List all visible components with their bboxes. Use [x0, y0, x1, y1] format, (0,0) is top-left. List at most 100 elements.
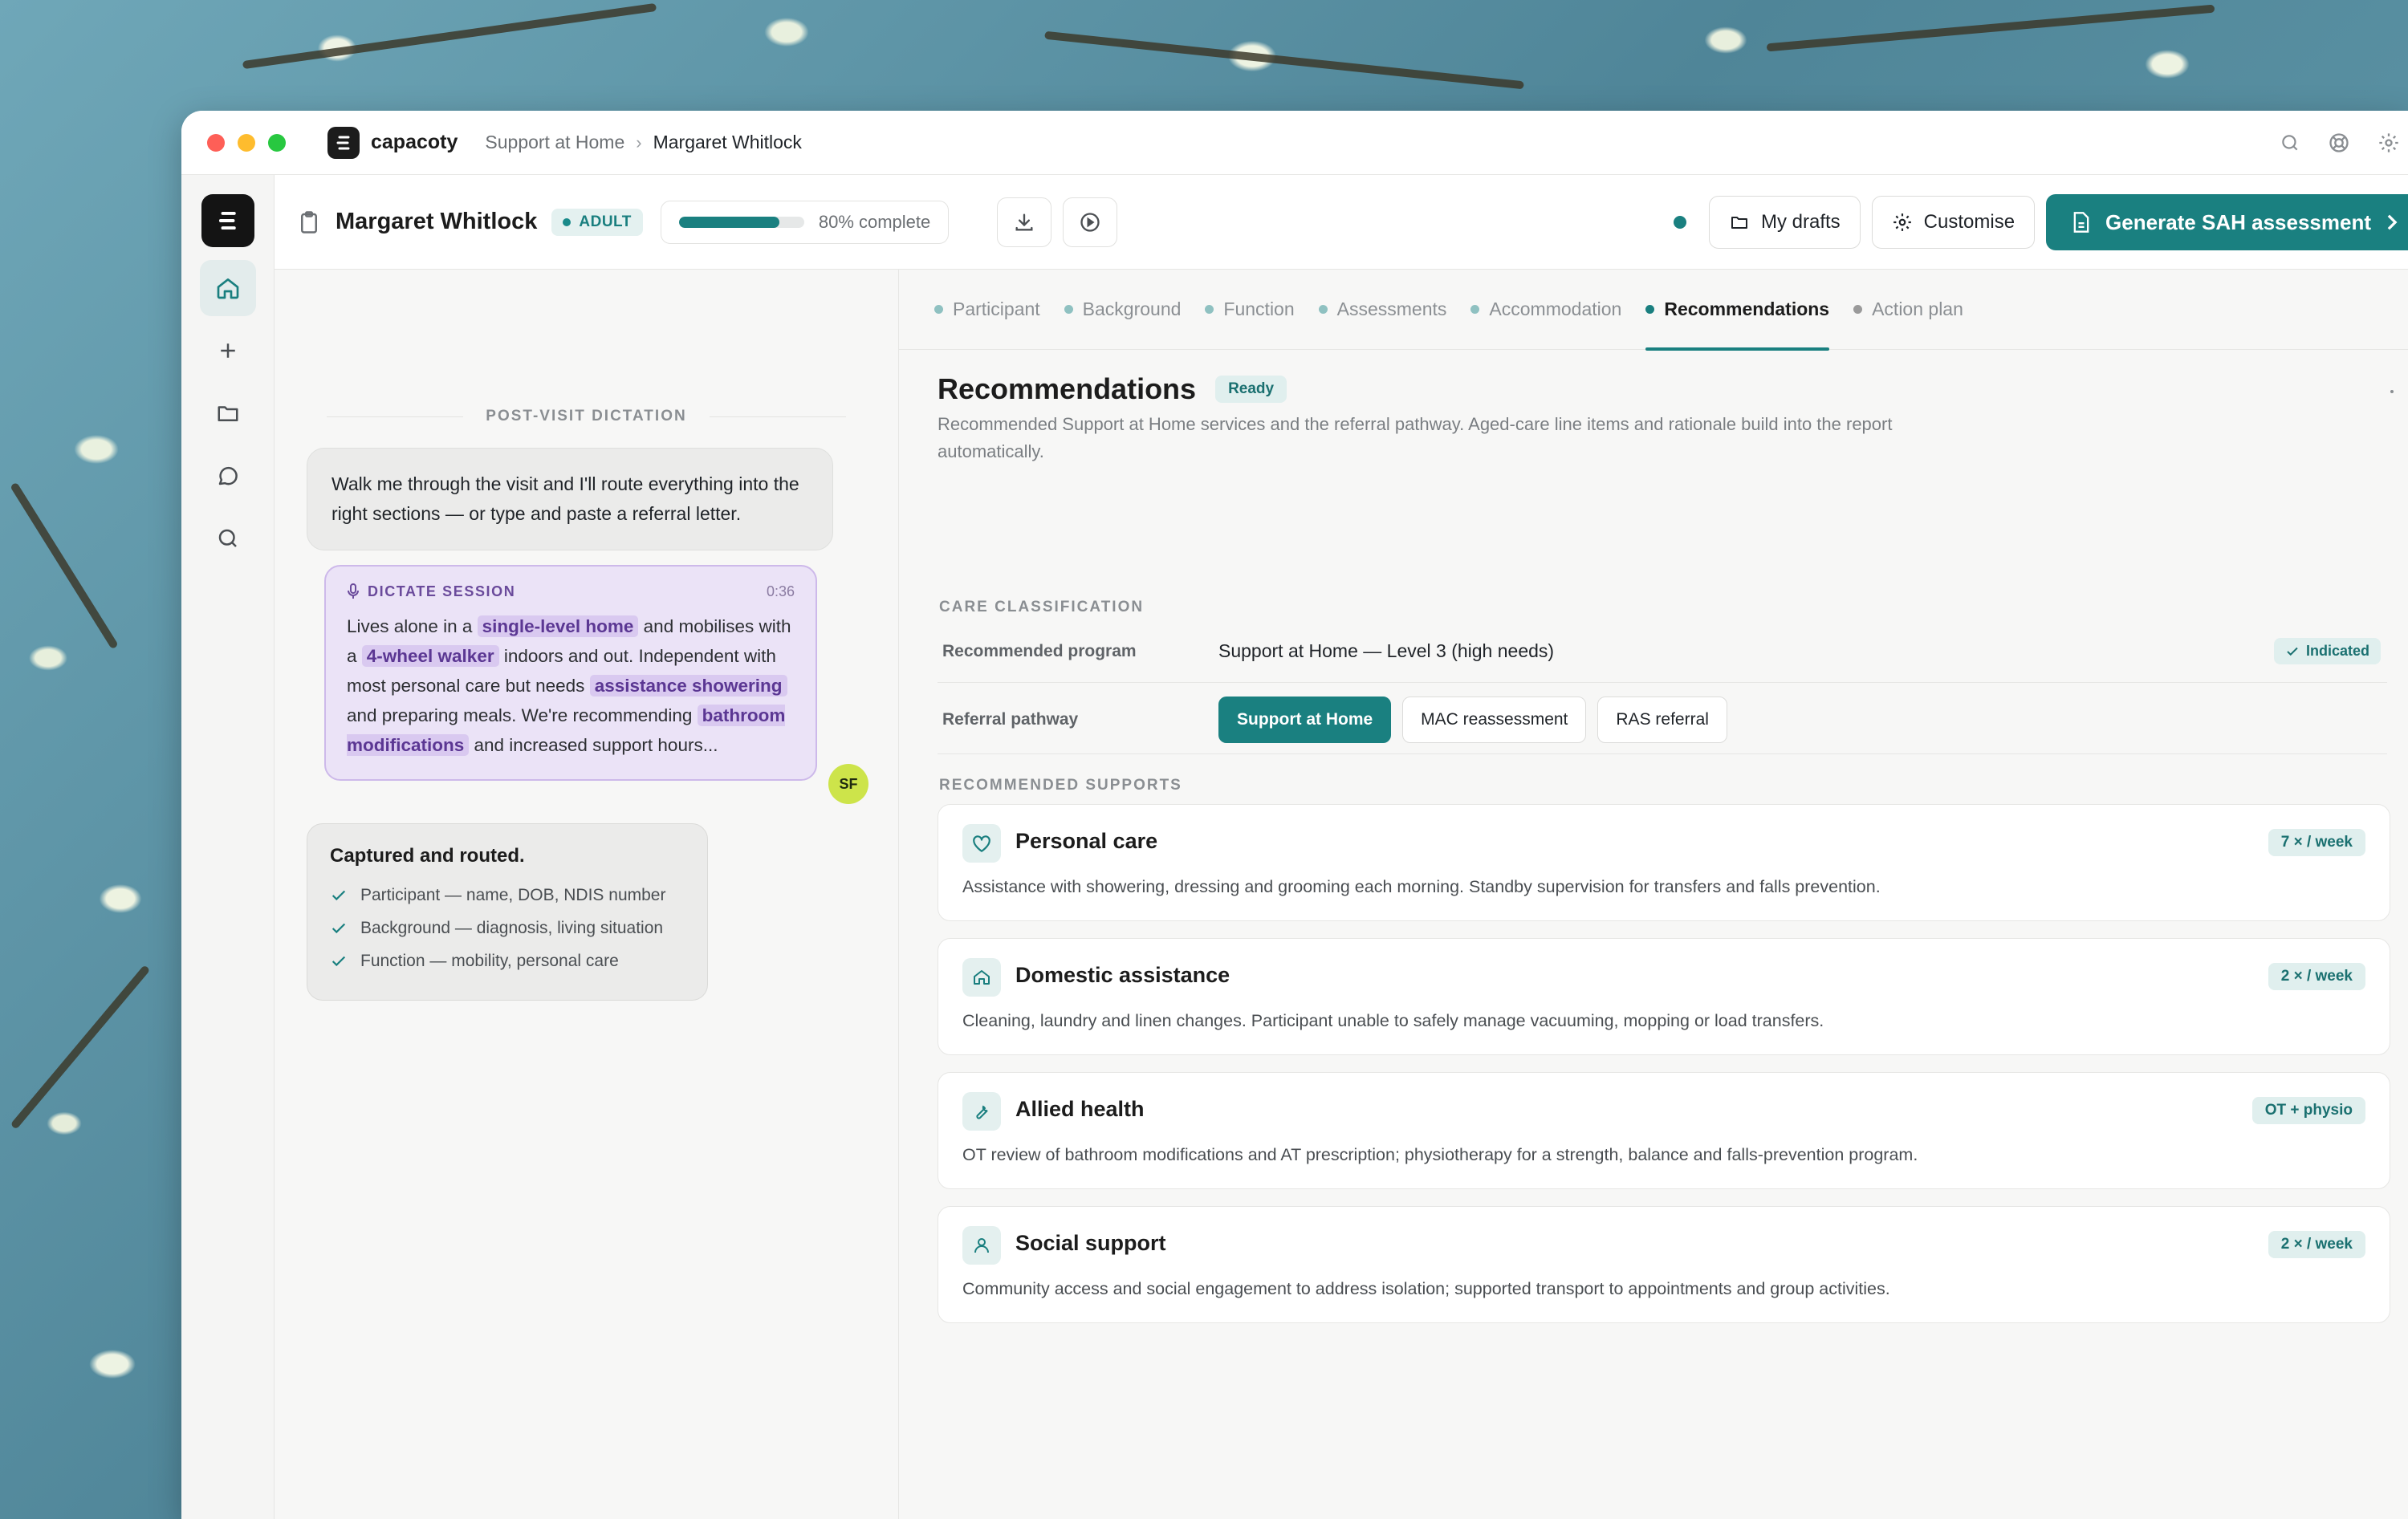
progress-label: 80% complete	[818, 211, 931, 232]
document-icon	[2073, 212, 2089, 233]
support-title: Personal care	[1015, 829, 1158, 853]
settings-gear-icon[interactable]	[2377, 132, 2400, 154]
download-button[interactable]	[997, 197, 1052, 247]
tab-recommendations[interactable]: Recommendations	[1645, 270, 1829, 351]
pathway-option-ras-referral[interactable]: RAS referral	[1597, 696, 1727, 743]
tab-accommodation[interactable]: Accommodation	[1470, 270, 1621, 350]
customise-button[interactable]: Customise	[1871, 196, 2036, 249]
tab-assessments[interactable]: Assessments	[1318, 270, 1447, 350]
check-icon	[2287, 647, 2298, 656]
tab-label: Assessments	[1336, 299, 1447, 319]
transcript-highlight[interactable]: 4-wheel walker	[361, 645, 499, 667]
transcript-highlight[interactable]: single-level home	[477, 615, 639, 637]
program-value: Support at Home — Level 3 (high needs)	[1218, 640, 1555, 661]
captured-item-label: Function — mobility, personal care	[360, 951, 619, 970]
indicated-badge: Indicated	[2273, 638, 2381, 664]
tab-label: Participant	[953, 299, 1040, 319]
frequency-badge: 7 × / week	[2268, 829, 2365, 856]
avatar[interactable]: SF	[828, 764, 868, 804]
recommended-supports-label: RECOMMENDED SUPPORTS	[939, 777, 1182, 794]
status-badge: Ready	[1215, 376, 1287, 403]
participant-name: Margaret Whitlock	[336, 209, 538, 234]
support-description: OT review of bathroom modifications and …	[962, 1145, 1918, 1164]
check-icon	[330, 887, 348, 904]
chat-icon[interactable]	[200, 448, 256, 504]
sync-status-dot	[1673, 216, 1686, 229]
minimize-window-button[interactable]	[238, 133, 255, 152]
generate-label: Generate SAH assessment	[2105, 209, 2371, 234]
app-logo-icon	[327, 126, 360, 159]
captured-item-label: Participant — name, DOB, NDIS number	[360, 885, 666, 904]
play-button[interactable]	[1063, 197, 1118, 247]
my-drafts-button[interactable]: My drafts	[1708, 196, 1861, 249]
tab-label: Function	[1223, 299, 1295, 319]
tab-label: Action plan	[1872, 299, 1963, 319]
tab-participant[interactable]: Participant	[934, 270, 1040, 350]
support-card-personal-care[interactable]: Personal care 7 × / week Assistance with…	[938, 804, 2390, 921]
support-card-allied-health[interactable]: Allied health OT + physio OT review of b…	[938, 1072, 2390, 1189]
transcript-segment: and increased support hours...	[469, 735, 718, 755]
assistant-prompt-bubble: Walk me through the visit and I'll route…	[307, 448, 833, 550]
program-label: Recommended program	[942, 641, 1137, 660]
section-description: Recommended Support at Home services and…	[938, 414, 1893, 461]
folder-icon[interactable]	[200, 385, 256, 441]
pathway-label: Referral pathway	[942, 709, 1079, 729]
pathway-option-mac-reassessment[interactable]: MAC reassessment	[1402, 696, 1587, 743]
support-description: Cleaning, laundry and linen changes. Par…	[962, 1011, 1824, 1030]
check-icon	[330, 920, 348, 937]
scroll-indicator	[2390, 390, 2394, 393]
gear-icon	[1893, 213, 1911, 231]
support-card-social-support[interactable]: Social support 2 × / week Community acce…	[938, 1206, 2390, 1323]
transcript-text: Lives alone in a single-level home and m…	[347, 611, 795, 760]
breadcrumb-parent[interactable]: Support at Home	[485, 132, 624, 153]
add-icon[interactable]	[200, 323, 256, 379]
indicated-label: Indicated	[2305, 643, 2369, 659]
participant-header: Margaret Whitlock ADULT 80% complete My …	[275, 175, 2408, 270]
dictate-session-title: DICTATE SESSION	[347, 583, 515, 600]
progress-fill	[678, 216, 779, 228]
support-title: Allied health	[1015, 1097, 1145, 1121]
heart-icon	[962, 824, 1001, 863]
wrench-icon	[962, 1092, 1001, 1131]
app-name: capacoty	[371, 131, 458, 153]
support-card-domestic-assistance[interactable]: Domestic assistance 2 × / week Cleaning,…	[938, 938, 2390, 1055]
transcript-segment: Lives alone in a	[347, 616, 478, 636]
check-icon	[330, 952, 348, 970]
tab-background[interactable]: Background	[1064, 270, 1181, 350]
home-icon[interactable]	[199, 260, 256, 316]
rail-logo-icon[interactable]	[201, 194, 254, 247]
recommended-program-row: Recommended program Support at Home — Le…	[938, 620, 2387, 683]
tab-function[interactable]: Function	[1205, 270, 1295, 350]
app-window: capacoty Support at Home › Margaret Whit…	[181, 111, 2408, 1519]
clipboard-icon	[299, 210, 319, 234]
help-icon[interactable]	[2328, 132, 2350, 154]
close-window-button[interactable]	[207, 133, 225, 152]
post-visit-label: POST-VISIT DICTATION	[486, 408, 687, 424]
page-title: Recommendations	[938, 372, 1197, 405]
care-classification-label: CARE CLASSIFICATION	[939, 599, 1145, 615]
search-icon[interactable]	[2280, 132, 2300, 153]
transcript-segment: and preparing meals. We're recommending	[347, 705, 698, 725]
section-label: POST-VISIT DICTATION	[275, 408, 898, 425]
tab-action-plan[interactable]: Action plan	[1853, 270, 1963, 350]
support-title: Domestic assistance	[1015, 963, 1230, 987]
dictation-panel: POST-VISIT DICTATION Walk me through the…	[275, 270, 899, 1519]
badge-label: ADULT	[579, 213, 632, 230]
chevron-right-icon	[2387, 214, 2398, 230]
zoom-window-button[interactable]	[268, 133, 286, 152]
list-item: Participant — name, DOB, NDIS number	[330, 879, 685, 912]
pathway-option-support-at-home[interactable]: Support at Home	[1218, 696, 1392, 743]
frequency-badge: OT + physio	[2251, 1097, 2365, 1124]
frequency-badge: 2 × / week	[2268, 1231, 2365, 1258]
progress-indicator: 80% complete	[660, 200, 950, 244]
person-icon	[962, 1226, 1001, 1265]
microphone-icon	[348, 583, 359, 599]
captured-routed-card: Captured and routed. Participant — name,…	[307, 823, 708, 1001]
title-bar: capacoty Support at Home › Margaret Whit…	[181, 111, 2408, 175]
download-icon	[1015, 213, 1033, 230]
search-icon[interactable]	[200, 510, 256, 567]
captured-title: Captured and routed.	[330, 845, 525, 867]
status-badge: ADULT	[551, 208, 643, 236]
transcript-highlight[interactable]: assistance showering	[589, 675, 787, 697]
generate-assessment-button[interactable]: Generate SAH assessment	[2046, 194, 2408, 250]
